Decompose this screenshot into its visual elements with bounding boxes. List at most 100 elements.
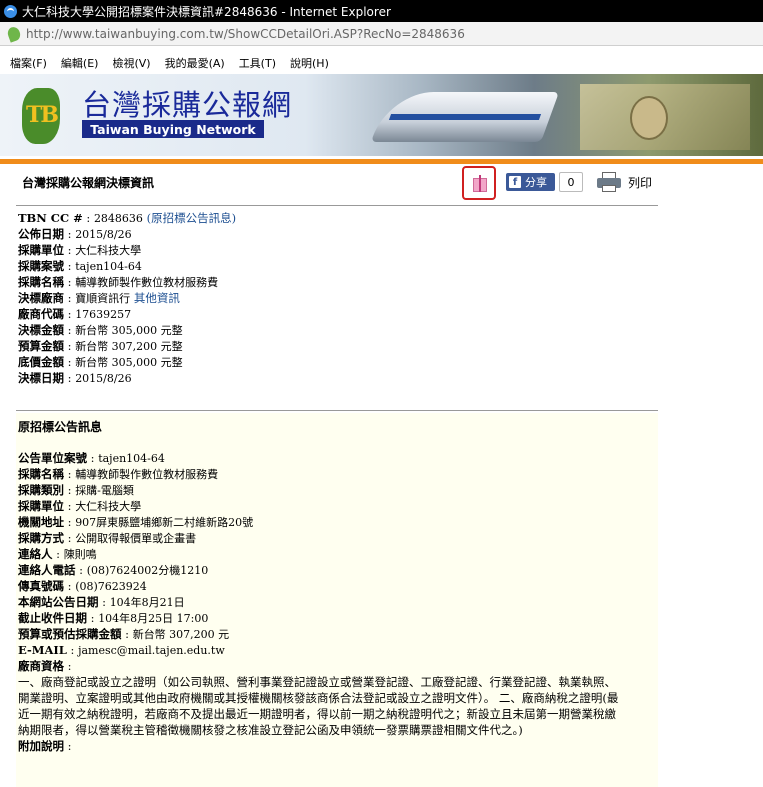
field-label: 預算金額 [18,339,64,353]
info-row: 底價金額 : 新台幣 305,000 元整 [18,355,183,369]
page-icon [5,24,23,43]
vendor-other-info-link[interactable]: 其他資訊 [134,291,180,305]
notice-rows: 公告單位案號 : tajen104-64 採購名稱 : 輔導教師製作數位教材服務… [18,450,654,754]
window-titlebar: 大仁科技大學公開招標案件決標資訊#2848636 - Internet Expl… [0,0,763,22]
field-value: 公開取得報價單或企畫書 [75,532,197,545]
qualification-text: 一、廠商登記或設立之證明（如公司執照、營利事業登記證設立或營業登記證、工廠登記證… [18,675,619,737]
field-value: 採購-電腦類 [75,484,134,497]
page-title: 台灣採購公報網決標資訊 [22,176,155,190]
field-value: 輔導教師製作數位教材服務費 [75,468,219,481]
field-label: 採購單位 [18,499,64,513]
notice-row: 連絡人電話 : (08)7624002分機1210 [18,563,209,577]
notice-row: 本網站公告日期 : 104年8月21日 [18,595,185,609]
info-row: 採購名稱 : 輔導教師製作數位教材服務費 [18,275,219,289]
site-title-cn: 台灣採購公報網 [82,88,293,122]
gift-button[interactable] [462,166,496,200]
field-value: 新台幣 307,200 元 [132,628,230,641]
field-label: 廠商代碼 [18,307,64,321]
menu-file[interactable]: 檔案(F) [10,55,47,71]
menu-favorites[interactable]: 我的最愛(A) [165,55,225,71]
info-row: 廠商代碼 : 17639257 [18,307,132,321]
tbn-label: TBN CC # [18,211,83,225]
field-label: 機關地址 [18,515,64,529]
field-label: 預算或預估採購金額 [18,627,122,641]
field-label: 連絡人電話 [18,563,76,577]
info-row: 決標日期 : 2015/8/26 [18,371,132,385]
info-row: 採購單位 : 大仁科技大學 [18,243,142,257]
facebook-share-button[interactable]: f 分享 [506,173,555,191]
field-value: 2015/8/26 [75,372,132,385]
train-stripe [388,114,542,120]
window-title: 大仁科技大學公開招標案件決標資訊#2848636 - Internet Expl… [22,4,391,19]
original-notice-link[interactable]: (原招標公告訊息) [147,211,236,225]
notice-row: 附加說明 : [18,739,72,753]
site-logo[interactable]: TB [18,84,64,148]
menu-view[interactable]: 檢視(V) [112,55,150,71]
field-label: 採購名稱 [18,467,64,481]
notice-row: 採購單位 : 大仁科技大學 [18,499,142,513]
field-value: tajen104-64 [75,260,142,273]
menu-edit[interactable]: 編輯(E) [61,55,99,71]
vendor-row: 決標廠商 : 寶順資訊行 其他資訊 [18,291,180,305]
notice-row: 連絡人 : 陳則鳴 [18,547,97,561]
print-link[interactable]: 列印 [628,174,652,191]
site-title-en: Taiwan Buying Network [82,120,264,138]
field-value: 17639257 [75,308,132,321]
field-label: 傳真號碼 [18,579,64,593]
field-value: 新台幣 307,200 元整 [75,340,183,353]
share-label: 分享 [525,176,547,189]
field-label: 底價金額 [18,355,64,369]
banknote-portrait [630,96,668,140]
field-label: 公佈日期 [18,227,64,241]
site-banner: TB 台灣採購公報網 Taiwan Buying Network [0,74,763,156]
menu-help[interactable]: 說明(H) [290,55,329,71]
notice-row: 預算或預估採購金額 : 新台幣 307,200 元 [18,627,230,641]
url-text[interactable]: http://www.taiwanbuying.com.tw/ShowCCDet… [26,27,465,41]
field-label: 公告單位案號 [18,451,87,465]
info-row: 採購案號 : tajen104-64 [18,259,142,273]
printer-paper [602,185,616,192]
field-value: 新台幣 305,000 元整 [75,356,183,369]
share-count: 0 [559,172,583,192]
field-value: 104年8月25日 17:00 [98,612,209,625]
field-label: 採購方式 [18,531,64,545]
field-value: (08)7624002分機1210 [86,564,209,577]
field-value: tajen104-64 [98,452,165,465]
field-value: 新台幣 305,000 元整 [75,324,183,337]
field-label: 決標日期 [18,371,64,385]
vendor-label: 決標廠商 [18,291,64,305]
field-value: 大仁科技大學 [75,500,142,513]
info-row: 公佈日期 : 2015/8/26 [18,227,132,241]
banner-divider [0,156,763,164]
original-notice-section: 原招標公告訊息 公告單位案號 : tajen104-64 採購名稱 : 輔導教師… [16,413,658,787]
divider [16,410,658,411]
tbn-value: 2848636 [93,212,143,225]
notice-row: 採購名稱 : 輔導教師製作數位教材服務費 [18,467,219,481]
field-value: 陳則鳴 [63,548,97,561]
info-row: 預算金額 : 新台幣 307,200 元整 [18,339,183,353]
notice-row: 採購類別 : 採購-電腦類 [18,483,134,497]
notice-row: 截止收件日期 : 104年8月25日 17:00 [18,611,209,625]
field-value: 輔導教師製作數位教材服務費 [75,276,219,289]
award-info: TBN CC # : 2848636 (原招標公告訊息) 公佈日期 : 2015… [18,210,658,386]
divider [16,205,658,206]
field-label: 採購類別 [18,483,64,497]
field-label: 截止收件日期 [18,611,87,625]
printer-icon[interactable] [597,171,621,193]
field-label: 採購案號 [18,259,64,273]
field-label: 本網站公告日期 [18,595,99,609]
facebook-icon: f [509,176,521,188]
field-label: 連絡人 [18,547,53,561]
field-label: 決標金額 [18,323,64,337]
notice-row: 公告單位案號 : tajen104-64 [18,451,165,465]
notice-row: 採購方式 : 公開取得報價單或企畫書 [18,531,197,545]
tbn-row: TBN CC # : 2848636 (原招標公告訊息) [18,211,237,225]
field-value: 大仁科技大學 [75,244,142,257]
notice-row: 傳真號碼 : (08)7623924 [18,579,147,593]
address-bar[interactable]: http://www.taiwanbuying.com.tw/ShowCCDet… [0,22,763,46]
field-label: 附加說明 [18,739,64,753]
menu-tools[interactable]: 工具(T) [239,55,276,71]
ie-icon [4,4,17,18]
logo-text: TB [26,102,59,128]
field-label: E-MAIL [18,643,67,657]
